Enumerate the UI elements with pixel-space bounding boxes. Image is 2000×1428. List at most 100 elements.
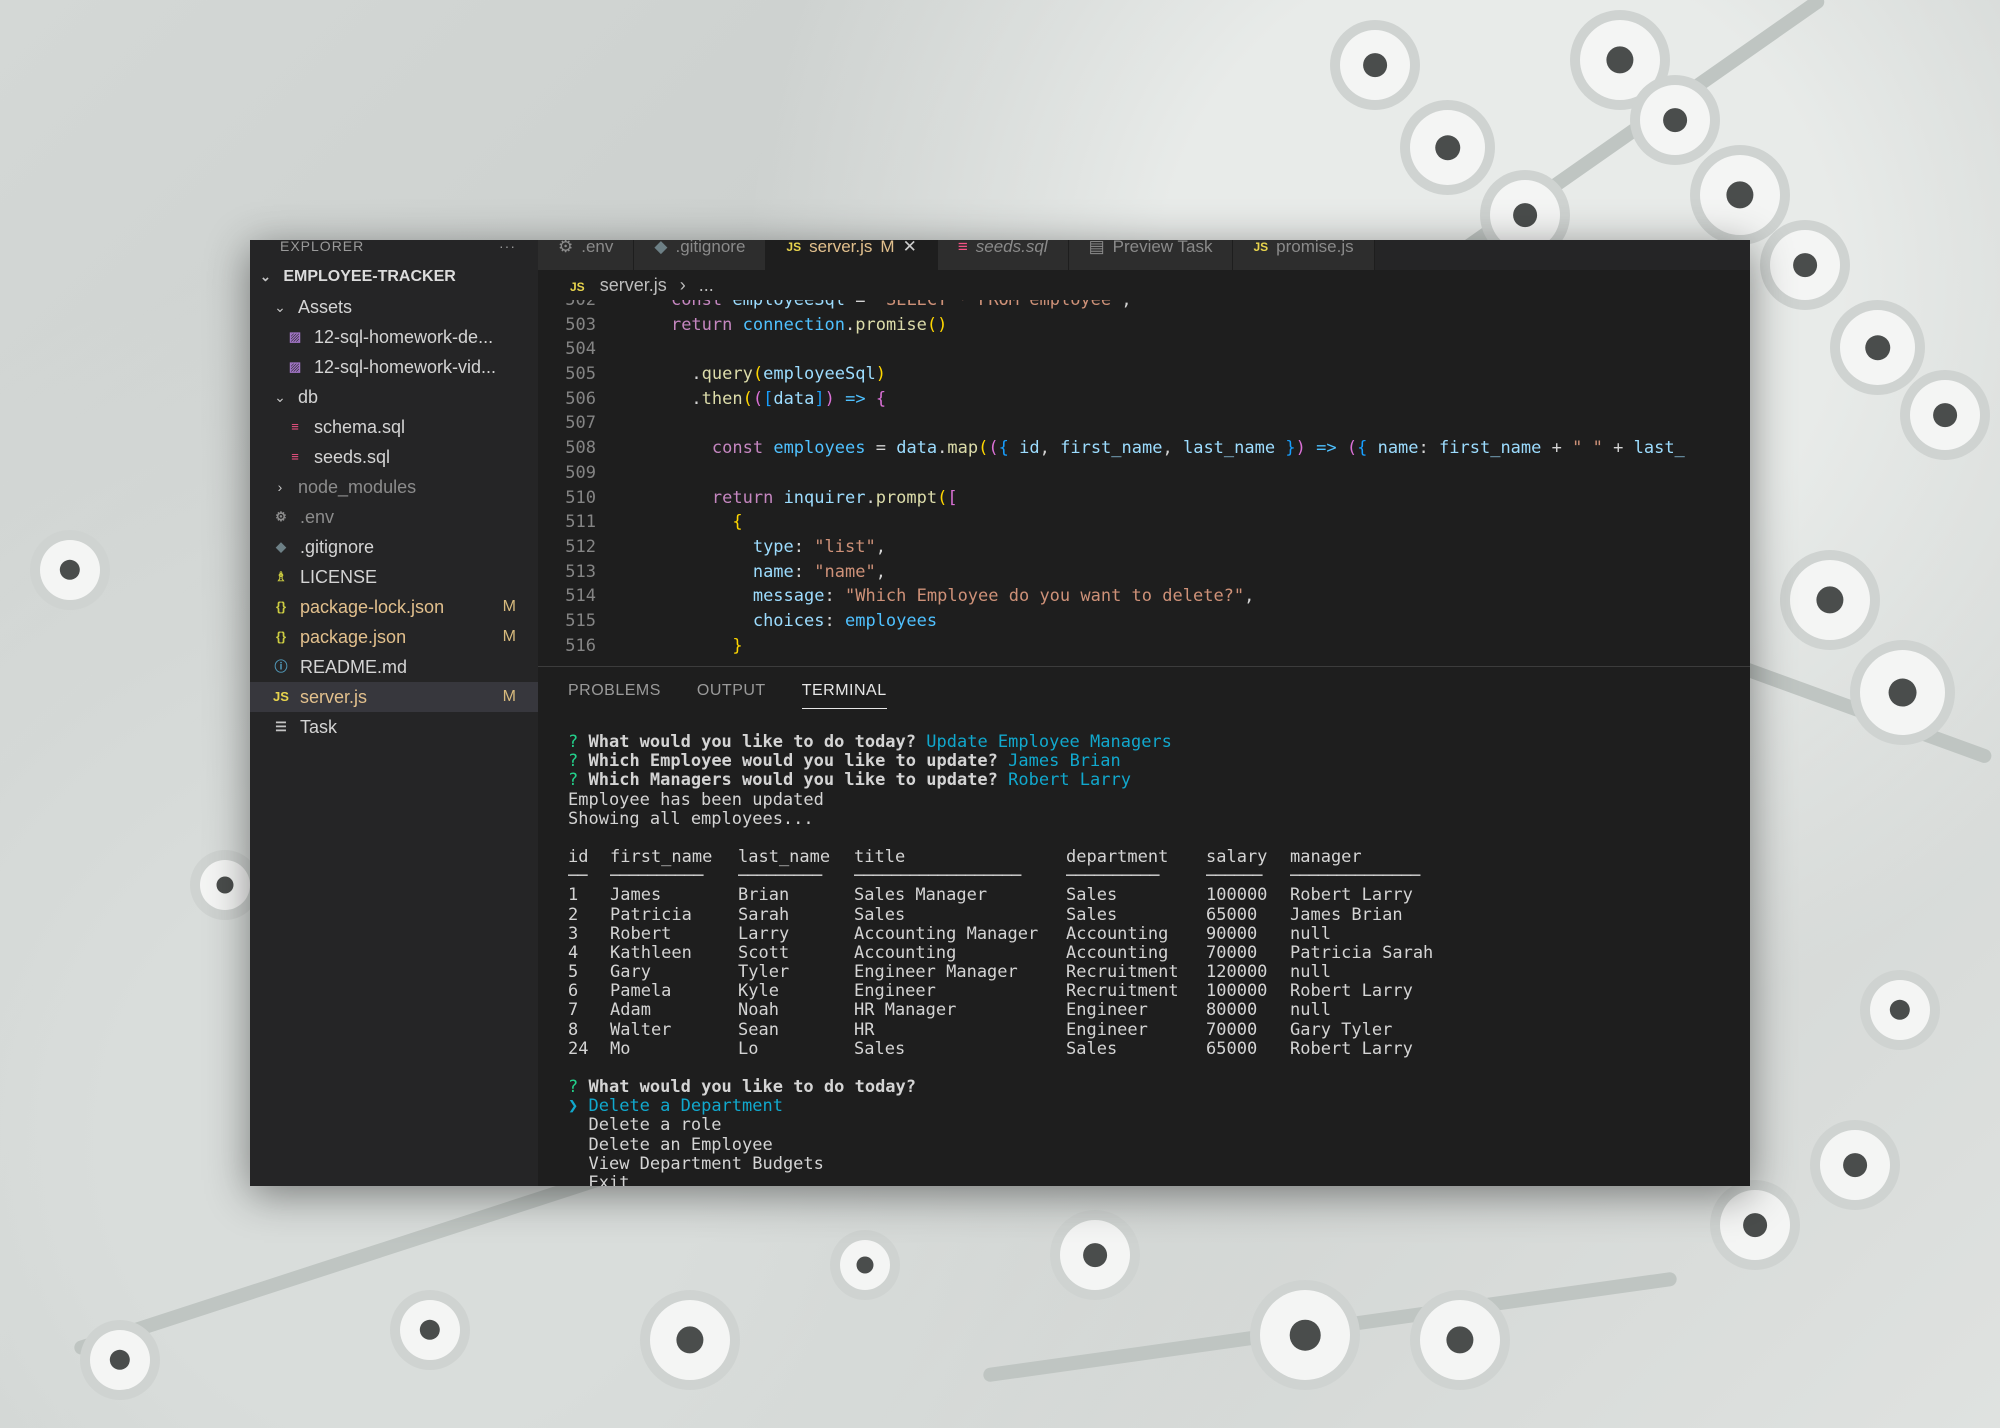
tab-label: .gitignore [675,240,746,256]
tab-promise-js[interactable]: JS promise.js [1233,240,1375,270]
terminal-message: Employee has been updated [568,789,824,810]
image-file-icon: ▨ [288,359,302,374]
tab-seeds-sql[interactable]: ≡ seeds.sql [937,240,1069,270]
tree-item-12-sql-homework-de-[interactable]: ▨ 12-sql-homework-de... [250,322,538,352]
breadcrumb-file[interactable]: server.js [600,275,667,295]
code-text: type: "list", [752,536,886,557]
table-cell: Sean [738,1020,779,1040]
explorer-title: EXPLORER [280,240,365,254]
table-cell: 6 [568,982,579,1002]
terminal-prompt-line: ? What would you like to do today? [568,1077,1750,1097]
tree-item-schema-sql[interactable]: ≡ schema.sql [250,412,538,442]
tab--env[interactable]: ⚙ .env [538,240,635,270]
menu-choice-label: Exit [588,1172,630,1186]
prompt-question: What would you like to do today? [588,1077,917,1097]
table-cell: Pamela [610,982,672,1002]
tree-item-readme-md[interactable]: ⓘ README.md [250,652,538,682]
tree-item-assets[interactable]: ⌄ Assets [250,292,538,322]
info-icon: ⓘ [274,659,288,674]
git-modified-badge: M [502,628,516,645]
breadcrumb-symbol[interactable]: ... [699,275,714,295]
table-cell: James Brian [1290,905,1403,925]
table-cell: Sales [854,1039,906,1059]
tree-item-12-sql-homework-vid-[interactable]: ▨ 12-sql-homework-vid... [250,352,538,382]
table-cell: Engineer [1066,1001,1148,1021]
table-header: salary [1206,847,1268,867]
code-text: .then(([data]) => { [691,388,887,409]
table-cell: 100000 [1206,886,1268,906]
table-cell: Lo [738,1039,759,1059]
project-folder-header[interactable]: ⌄ EMPLOYEE-TRACKER [250,262,538,292]
tree-item-package-lock-json[interactable]: {} package-lock.json M [250,592,538,622]
terminal-output[interactable]: ? What would you like to do today? Updat… [538,732,1750,1186]
table-cell: Engineer [1066,1020,1148,1040]
table-cell: 2 [568,905,579,925]
table-divider: ────────── [1066,867,1159,887]
panel-tab-problems[interactable]: PROBLEMS [568,674,661,708]
tab-preview-task[interactable]: ▤ Preview Task [1068,240,1234,270]
line-number: 505 [565,364,596,385]
table-cell: Sales [1066,905,1118,925]
menu-choice[interactable]: View Department Budgets [568,1154,1750,1174]
line-number: 502 [565,300,596,310]
tree-item-label: 12-sql-homework-de... [314,327,494,347]
table-cell: 90000 [1206,924,1258,944]
tree-item-node-modules[interactable]: › node_modules [250,472,538,502]
table-cell: Accounting Manager [854,924,1039,944]
close-icon[interactable]: ✕ [903,240,917,255]
panel-tab-terminal[interactable]: TERMINAL [801,674,887,709]
table-cell: Recruitment [1066,963,1179,983]
more-actions-button[interactable]: ··· [499,240,516,262]
code-text: return inquirer.prompt([ [711,487,958,508]
tree-item-label: .env [300,507,335,527]
tree-item--env[interactable]: ⚙ .env [250,502,538,532]
tree-item-label: Assets [298,297,353,317]
table-cell: Recruitment [1066,982,1179,1002]
table-cell: Mo [610,1039,631,1059]
tree-item-seeds-sql[interactable]: ≡ seeds.sql [250,442,538,472]
tree-item-package-json[interactable]: {} package.json M [250,622,538,652]
line-number: 509 [565,462,596,483]
menu-choice[interactable]: Exit [568,1172,1750,1186]
license-icon: ♗ [275,569,287,584]
git-modified-badge: M [502,688,516,705]
tree-item--gitignore[interactable]: ◆ .gitignore [250,532,538,562]
panel-tab-output[interactable]: OUTPUT [697,674,766,708]
table-cell: Accounting [1066,924,1169,944]
code-line: 512 type: "list", [538,535,1750,560]
menu-choice[interactable]: ❯ Delete a Department [568,1097,1750,1116]
tab-label: Preview Task [1112,240,1213,256]
table-cell: Robert [610,924,672,944]
js-file-icon: JS [570,280,585,294]
line-number: 508 [565,438,596,459]
tree-item-license[interactable]: ♗ LICENSE [250,562,538,592]
tree-item-label: schema.sql [314,417,406,437]
menu-choice[interactable]: Delete a role [568,1116,1750,1135]
line-number: 516 [565,635,596,656]
code-text: { [732,512,743,533]
tree-item-db[interactable]: ⌄ db [250,382,538,412]
menu-choice[interactable]: Delete an Employee [568,1135,1750,1155]
table-cell: Gary [610,963,651,983]
table-cell: Walter [610,1020,672,1040]
table-cell: 65000 [1206,1039,1258,1059]
prompt-answer: Robert Larry [1008,770,1131,791]
code-editor[interactable]: 502 const employeeSql = `SELECT * FROM e… [538,300,1750,665]
table-cell: Engineer [854,982,936,1002]
terminal-prompt-line: ? Which Employee would you like to updat… [568,752,1750,771]
code-line: 503 return connection.promise() [538,313,1750,338]
tab-server-js[interactable]: JS server.js M ✕ [766,240,938,270]
tab-label: server.js [809,240,873,256]
table-cell: 65000 [1206,905,1258,925]
tab-label: .env [581,240,614,256]
tab--gitignore[interactable]: ◆ .gitignore [634,240,767,270]
js-file-icon: JS [273,689,289,704]
code-line: 510 return inquirer.prompt([ [538,486,1750,511]
tree-item-task[interactable]: ☰ Task [250,712,538,742]
prompt-answer: Update Employee Managers [926,732,1172,752]
tree-item-server-js[interactable]: JS server.js M [250,682,538,712]
gear-icon: ⚙ [275,509,287,524]
code-line: 505 .query(employeeSql) [538,362,1750,387]
file-tree: ⌄ Assets ▨ 12-sql-homework-de... ▨ 12-sql-hom… [250,292,538,742]
tree-item-label: db [298,387,319,407]
